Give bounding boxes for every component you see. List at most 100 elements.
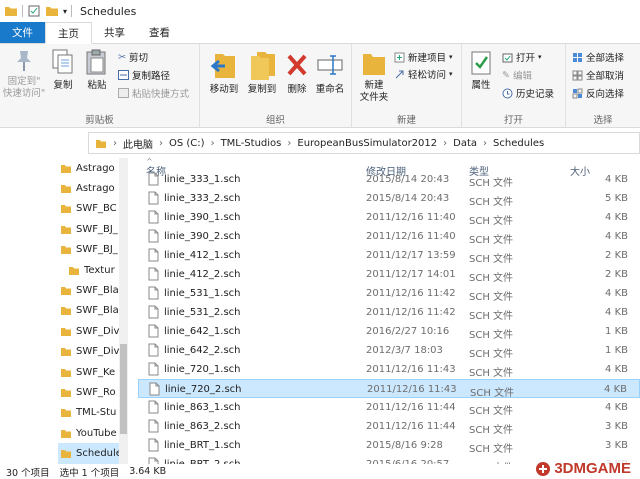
nav-item[interactable]: SWF_Ke xyxy=(58,362,128,382)
invert-selection-button[interactable]: 反向选择 xyxy=(572,86,624,100)
move-to-label: 移动到 xyxy=(209,84,239,95)
folder-icon xyxy=(61,429,71,438)
pin-quick-access-button[interactable]: 固定到" 快速访问" xyxy=(2,48,46,100)
copy-path-label: 复制路径 xyxy=(132,71,171,82)
file-icon xyxy=(148,229,159,243)
copy-to-button[interactable]: 复制到 xyxy=(244,48,280,96)
file-row[interactable]: linie_863_2.sch 2011/12/16 11:44 SCH 文件 3 K… xyxy=(138,417,640,436)
pin-icon xyxy=(17,51,31,71)
rename-button[interactable]: 重命名 xyxy=(312,48,348,96)
open-group-label: 打开 xyxy=(503,115,523,126)
properties-button[interactable]: 属性 xyxy=(466,48,496,92)
file-row[interactable]: linie_390_2.sch 2011/12/16 11:40 SCH 文件 4 K… xyxy=(138,227,640,246)
tab-view[interactable]: 查看 xyxy=(137,22,182,43)
file-size: 5 KB xyxy=(605,193,628,204)
nav-item[interactable]: SWF_BJ_ xyxy=(58,219,128,239)
select-none-button[interactable]: 全部取消 xyxy=(572,68,624,82)
rename-label: 重命名 xyxy=(315,84,345,95)
copy-path-button[interactable]: 复制路径 xyxy=(118,68,170,82)
file-row[interactable]: linie_412_2.sch 2011/12/17 14:01 SCH 文件 2 K… xyxy=(138,265,640,284)
paste-button[interactable]: 粘贴 xyxy=(82,48,112,92)
properties-quick-icon[interactable] xyxy=(27,5,41,17)
delete-label: 删除 xyxy=(287,84,307,95)
nav-item[interactable]: SWF_Div xyxy=(58,342,128,362)
file-size: 2 KB xyxy=(605,269,628,280)
file-row[interactable]: linie_863_1.sch 2011/12/16 11:44 SCH 文件 4 K… xyxy=(138,398,640,417)
ribbon-tabs: 文件 主页 共享 查看 xyxy=(0,22,640,44)
scrollbar-thumb[interactable] xyxy=(120,344,127,434)
watermark-text: 3DMGAME xyxy=(554,460,631,477)
quick-access-dropdown-icon[interactable]: ▾ xyxy=(63,7,67,16)
address-bar[interactable]: › 此电脑 › OS (C:) › TML-Studios › European… xyxy=(88,132,640,154)
copy-icon xyxy=(52,49,73,74)
file-row[interactable]: linie_BRT_1.sch 2015/8/16 9:28 SCH 文件 3 KB xyxy=(138,436,640,455)
tab-file[interactable]: 文件 xyxy=(0,22,45,43)
file-type: SCH 文件 xyxy=(469,330,514,341)
nav-item[interactable]: Astrago xyxy=(58,158,128,178)
nav-item[interactable]: SWF_BC xyxy=(58,199,128,219)
file-row[interactable]: linie_720_1.sch 2011/12/16 11:43 SCH 文件 4 K… xyxy=(138,360,640,379)
file-row[interactable]: linie_720_2.sch 2011/12/16 11:43 SCH 文件 4 K… xyxy=(138,379,640,399)
cut-button[interactable]: ✂ 剪切 xyxy=(118,50,148,65)
nav-item-label: SWF_BJ_ xyxy=(76,244,118,256)
open-button[interactable]: 打开 ▾ xyxy=(502,50,542,64)
ribbon: 固定到" 快速访问" 复制 粘贴 ✂ 剪切 复制路径 粘贴快捷方式 剪贴板 移动… xyxy=(0,44,640,128)
file-row[interactable]: linie_642_1.sch 2016/2/27 10:16 SCH 文件 1 KB xyxy=(138,322,640,341)
copy-button[interactable]: 复制 xyxy=(48,48,78,92)
file-date: 2016/2/27 10:16 xyxy=(366,326,450,337)
navigation-bar: › 此电脑 › OS (C:) › TML-Studios › European… xyxy=(0,128,640,158)
history-button[interactable]: 历史记录 xyxy=(502,86,554,100)
file-icon xyxy=(148,210,159,224)
file-row[interactable]: linie_531_1.sch 2011/12/16 11:42 SCH 文件 4 K… xyxy=(138,284,640,303)
file-date: 2015/8/14 20:43 xyxy=(366,174,450,185)
file-row[interactable]: linie_412_1.sch 2011/12/17 13:59 SCH 文件 2 K… xyxy=(138,246,640,265)
nav-item[interactable]: SWF_Bla xyxy=(58,301,128,321)
file-date: 2011/12/16 11:42 xyxy=(366,307,456,318)
breadcrumb-tml-studios[interactable]: TML-Studios xyxy=(221,138,282,149)
file-row[interactable]: linie_390_1.sch 2011/12/16 11:40 SCH 文件 4 K… xyxy=(138,208,640,227)
nav-item[interactable]: SWF_Div xyxy=(58,321,128,341)
file-row[interactable]: linie_531_2.sch 2011/12/16 11:42 SCH 文件 4 K… xyxy=(138,303,640,322)
new-item-button[interactable]: 新建项目 ▾ xyxy=(394,50,453,64)
select-none-icon xyxy=(572,70,583,80)
nav-item[interactable]: SWF_BJ_ xyxy=(58,240,128,260)
nav-item[interactable]: Astrago xyxy=(58,178,128,198)
tab-home[interactable]: 主页 xyxy=(45,22,92,44)
navigation-scrollbar[interactable] xyxy=(119,158,128,464)
easy-access-button[interactable]: 轻松访问 ▾ xyxy=(394,67,453,81)
nav-item[interactable]: SWF_Bla xyxy=(58,280,128,300)
nav-item[interactable]: TML-Stu xyxy=(58,403,128,423)
new-folder-quick-icon[interactable] xyxy=(45,5,59,17)
copy-to-icon xyxy=(251,52,275,80)
nav-item[interactable]: YouTube xyxy=(58,423,128,443)
file-type: SCH 文件 xyxy=(469,368,514,379)
breadcrumb-data[interactable]: Data xyxy=(453,138,477,149)
breadcrumb-this-pc[interactable]: 此电脑 xyxy=(123,136,153,151)
file-icon xyxy=(148,438,159,452)
select-group-label: 选择 xyxy=(593,115,613,126)
clipboard-group: 固定到" 快速访问" 复制 粘贴 ✂ 剪切 复制路径 粘贴快捷方式 剪贴板 xyxy=(0,44,200,128)
select-all-button[interactable]: 全部选择 xyxy=(572,50,624,64)
file-row[interactable]: linie_642_2.sch 2012/3/7 18:03 SCH 文件 1 KB xyxy=(138,341,640,360)
new-folder-button[interactable]: 新建 文件夹 xyxy=(354,48,394,104)
file-row[interactable]: linie_333_2.sch 2015/8/14 20:43 SCH 文件 5 KB xyxy=(138,189,640,208)
tab-share[interactable]: 共享 xyxy=(92,22,137,43)
edit-button[interactable]: ✎ 编辑 xyxy=(502,68,532,83)
folder-icon xyxy=(69,266,79,275)
nav-item[interactable]: Schedules xyxy=(58,443,128,464)
nav-item[interactable]: Textur xyxy=(58,260,128,280)
delete-button[interactable]: 删除 xyxy=(284,48,310,96)
nav-item-label: Astrago xyxy=(76,162,115,174)
move-to-button[interactable]: 移动到 xyxy=(206,48,242,96)
paste-shortcut-button[interactable]: 粘贴快捷方式 xyxy=(118,86,189,100)
easy-access-icon xyxy=(395,70,404,78)
file-type: SCH 文件 xyxy=(470,388,515,399)
breadcrumb-ebs2012[interactable]: EuropeanBusSimulator2012 xyxy=(297,138,437,149)
nav-item[interactable]: SWF_Ro xyxy=(58,382,128,402)
file-row[interactable]: linie_333_1.sch 2015/8/14 20:43 SCH 文件 4 KB xyxy=(138,170,640,189)
breadcrumb-os-c[interactable]: OS (C:) xyxy=(169,138,205,149)
easy-access-dropdown-icon: ▾ xyxy=(449,70,453,78)
file-name: linie_642_1.sch xyxy=(164,326,241,337)
breadcrumb-schedules[interactable]: Schedules xyxy=(493,138,544,149)
nav-item-label: SWF_Ro xyxy=(76,386,116,398)
